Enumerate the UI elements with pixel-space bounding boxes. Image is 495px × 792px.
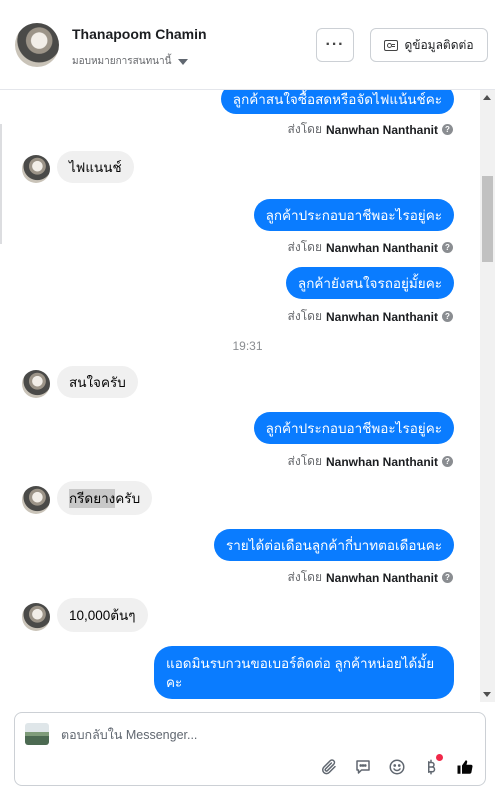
caret-down-icon [178, 58, 189, 65]
highlighted-text: กรีดยาง [69, 488, 116, 508]
outgoing-message: แอดมินรบกวนขอเบอร์ติดต่อ ลูกค้าหน่อยได้ม… [154, 646, 454, 699]
message-thread[interactable]: ลูกค้าสนใจซื้อสดหรือจัดไฟแน้นช์คะ ส่งโดย… [0, 90, 480, 702]
info-icon[interactable]: ? [442, 124, 453, 135]
incoming-message: 10,000ต้นๆ [57, 598, 148, 632]
view-contact-info-label: ดูข้อมูลติดต่อ [404, 37, 474, 52]
incoming-message: ไฟแนนช์ [57, 151, 134, 183]
thumbs-up-icon[interactable] [455, 757, 475, 777]
sent-by-label: ส่งโดย Nanwhan Nanthanit? [288, 452, 453, 471]
info-icon[interactable]: ? [442, 311, 453, 322]
scroll-up-arrow-icon[interactable] [483, 95, 491, 100]
outgoing-message: ลูกค้าสนใจซื้อสดหรือจัดไฟแน้นช์คะ [220, 90, 454, 114]
sent-by-label: ส่งโดย Nanwhan Nanthanit? [288, 120, 453, 139]
outgoing-message: ลูกค้ายังสนใจรถอยู่มั้ยคะ [285, 267, 454, 299]
contact-avatar-small [22, 603, 50, 631]
page-avatar [25, 723, 49, 745]
more-options-button[interactable]: ··· [316, 28, 354, 62]
ellipsis-icon: ··· [325, 36, 345, 53]
sent-by-label: ส่งโดย Nanwhan Nanthanit? [288, 307, 453, 326]
sent-by-label: ส่งโดย Nanwhan Nanthanit? [288, 238, 453, 257]
baht-icon[interactable] [421, 754, 443, 777]
paperclip-icon[interactable] [319, 757, 339, 777]
assign-conversation-dropdown[interactable]: มอบหมายการสนทนานี้ [72, 54, 189, 69]
speech-bubble-icon[interactable] [353, 757, 373, 777]
sent-by-label: ส่งโดย Nanwhan Nanthanit? [288, 568, 453, 587]
info-icon[interactable]: ? [442, 456, 453, 467]
view-contact-info-button[interactable]: ดูข้อมูลติดต่อ [370, 28, 488, 62]
outgoing-message: ลูกค้าประกอบอาชีพอะไรอยู่คะ [253, 412, 454, 444]
smiley-icon[interactable] [387, 757, 407, 777]
info-icon[interactable]: ? [442, 572, 453, 583]
outgoing-message: รายได้ต่อเดือนลูกค้ากี่บาทตอเดือนคะ [213, 529, 454, 561]
outgoing-message: ลูกค้าประกอบอาชีพอะไรอยู่คะ [253, 199, 454, 231]
incoming-message: สนใจครับ [57, 366, 138, 398]
reply-input[interactable] [61, 725, 441, 745]
contact-avatar[interactable] [15, 23, 59, 67]
reply-composer [14, 712, 486, 786]
assign-label: มอบหมายการสนทนานี้ [72, 56, 172, 67]
contact-avatar-small [22, 155, 50, 183]
contact-avatar-small [22, 370, 50, 398]
incoming-message: กรีดยาง ครับ [57, 481, 153, 515]
info-icon[interactable]: ? [442, 242, 453, 253]
contact-avatar-small [22, 486, 50, 514]
notification-dot [436, 754, 443, 761]
message-timestamp: 19:31 [232, 339, 263, 353]
scroll-down-arrow-icon[interactable] [483, 692, 491, 697]
contact-name[interactable]: Thanapoom Chamin [72, 26, 207, 42]
contact-card-icon [384, 39, 399, 51]
composer-toolbar [319, 754, 475, 777]
conversation-header: Thanapoom Chamin มอบหมายการสนทนานี้ ··· … [0, 0, 495, 90]
scrollbar-thumb[interactable] [482, 176, 493, 262]
thread-scrollbar[interactable] [480, 90, 495, 702]
